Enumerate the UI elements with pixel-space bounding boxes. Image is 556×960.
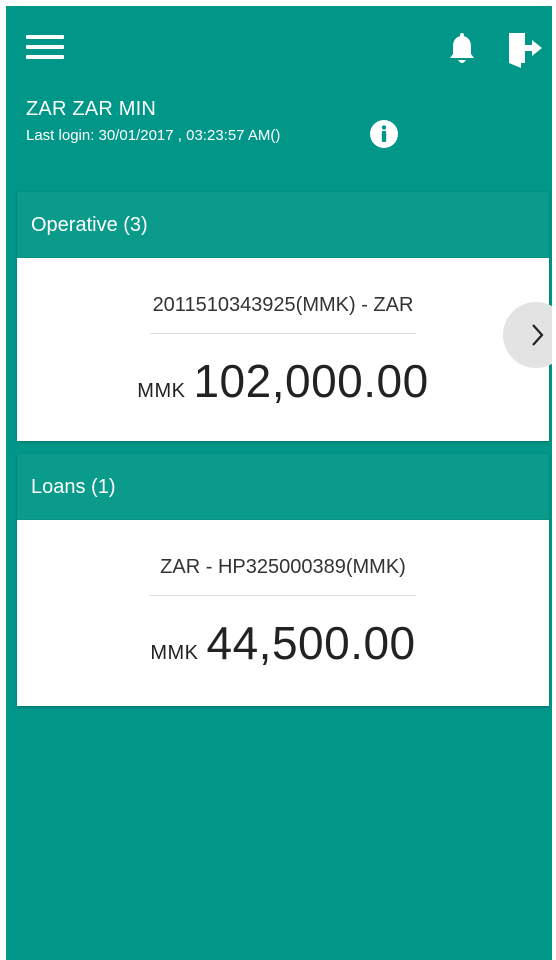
dashboard-screen: ZAR ZAR MIN Last login: 30/01/2017 , 03:…	[6, 6, 552, 960]
operative-accounts-card: Operative (3) 2011510343925(MMK) - ZAR M…	[17, 192, 552, 441]
loan-account-number[interactable]: ZAR - HP325000389(MMK)	[17, 556, 549, 579]
operative-account-body[interactable]: 2011510343925(MMK) - ZAR MMK 102,000.00	[17, 258, 552, 441]
hamburger-menu-icon[interactable]	[26, 32, 68, 62]
operative-balance: MMK 102,000.00	[17, 354, 549, 408]
divider	[150, 333, 416, 334]
menu-bar	[26, 45, 64, 49]
logout-door-icon[interactable]	[506, 30, 546, 68]
loan-balance: MMK 44,500.00	[17, 616, 549, 670]
bell-icon[interactable]	[447, 33, 477, 67]
balance-amount: 102,000.00	[193, 355, 429, 407]
operative-account-number[interactable]: 2011510343925(MMK) - ZAR	[17, 294, 549, 317]
menu-bar	[26, 35, 64, 39]
user-name: ZAR ZAR MIN	[26, 98, 156, 120]
divider	[150, 595, 416, 596]
currency-label: MMK	[137, 380, 186, 402]
loans-accounts-card: Loans (1) ZAR - HP325000389(MMK) MMK 44,5…	[17, 454, 549, 706]
menu-bar	[26, 55, 64, 59]
currency-label: MMK	[150, 642, 199, 664]
last-login-text: Last login: 30/01/2017 , 03:23:57 AM()	[26, 127, 281, 144]
operative-section-title: Operative (3)	[17, 192, 549, 258]
balance-amount: 44,500.00	[206, 617, 416, 669]
loans-section-title: Loans (1)	[17, 454, 549, 520]
chevron-right-icon	[532, 324, 544, 346]
loan-account-body[interactable]: ZAR - HP325000389(MMK) MMK 44,500.00	[17, 520, 549, 706]
info-icon[interactable]	[369, 119, 399, 149]
